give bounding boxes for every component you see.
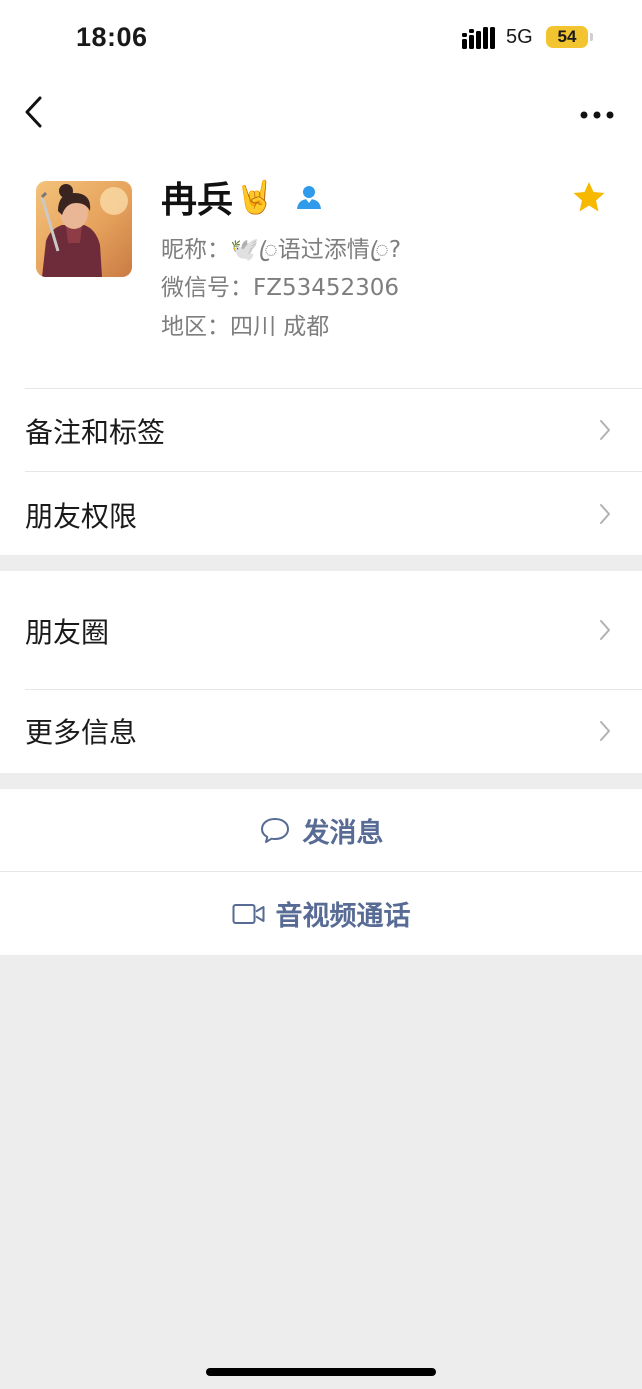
avatar[interactable] <box>36 181 132 277</box>
chevron-right-icon <box>600 721 610 741</box>
action-group: 发消息 音视频通话 <box>0 789 642 955</box>
chat-bubble-icon <box>260 818 289 843</box>
star-icon[interactable] <box>572 180 606 214</box>
menu-item-moments[interactable]: 朋友圈 <box>0 571 642 689</box>
battery-icon: 54 <box>546 26 588 48</box>
status-bar: 18:06 5G 54 <box>0 0 642 76</box>
menu-item-label: 更多信息 <box>25 716 138 749</box>
menu-item-friend-permissions[interactable]: 朋友权限 <box>0 472 642 555</box>
signal-icon <box>462 27 495 49</box>
home-indicator[interactable] <box>206 1368 436 1376</box>
profile-card: 冉兵 🤘 昵称：🕊️ꦿ语过添情ꦿ? 微信号：FZ53452306 地区：四川 成… <box>0 150 642 388</box>
video-call-label: 音视频通话 <box>275 901 411 932</box>
name-emoji: 🤘 <box>235 178 275 216</box>
menu-group-2: 朋友圈 更多信息 <box>0 571 642 773</box>
send-message-label: 发消息 <box>302 817 384 849</box>
menu-item-more-info[interactable]: 更多信息 <box>0 690 642 773</box>
menu-item-remarks-tags[interactable]: 备注和标签 <box>0 388 642 471</box>
video-camera-icon <box>232 903 264 924</box>
name-row: 冉兵 🤘 <box>161 173 323 221</box>
battery-level: 54 <box>557 27 577 46</box>
video-call-button[interactable]: 音视频通话 <box>0 872 642 955</box>
menu-item-label: 朋友权限 <box>25 500 138 533</box>
region: 地区：四川 成都 <box>161 314 330 340</box>
person-contact-icon <box>296 186 321 209</box>
menu-item-label: 备注和标签 <box>25 416 166 449</box>
more-dots-icon[interactable] <box>574 94 622 134</box>
menu-group-1: 备注和标签 朋友权限 <box>0 388 642 555</box>
chevron-left-icon[interactable] <box>16 84 56 140</box>
chevron-right-icon <box>600 504 610 524</box>
send-message-button[interactable]: 发消息 <box>0 789 642 871</box>
chevron-right-icon <box>600 420 610 440</box>
chevron-right-icon <box>600 620 610 640</box>
battery-tip <box>590 33 593 41</box>
nav-bar <box>0 76 642 150</box>
network-type: 5G <box>506 26 533 48</box>
menu-item-label: 朋友圈 <box>25 616 110 649</box>
profile-name: 冉兵 <box>161 180 234 221</box>
status-time: 18:06 <box>76 22 148 52</box>
wechat-id: 微信号：FZ53452306 <box>161 275 400 301</box>
